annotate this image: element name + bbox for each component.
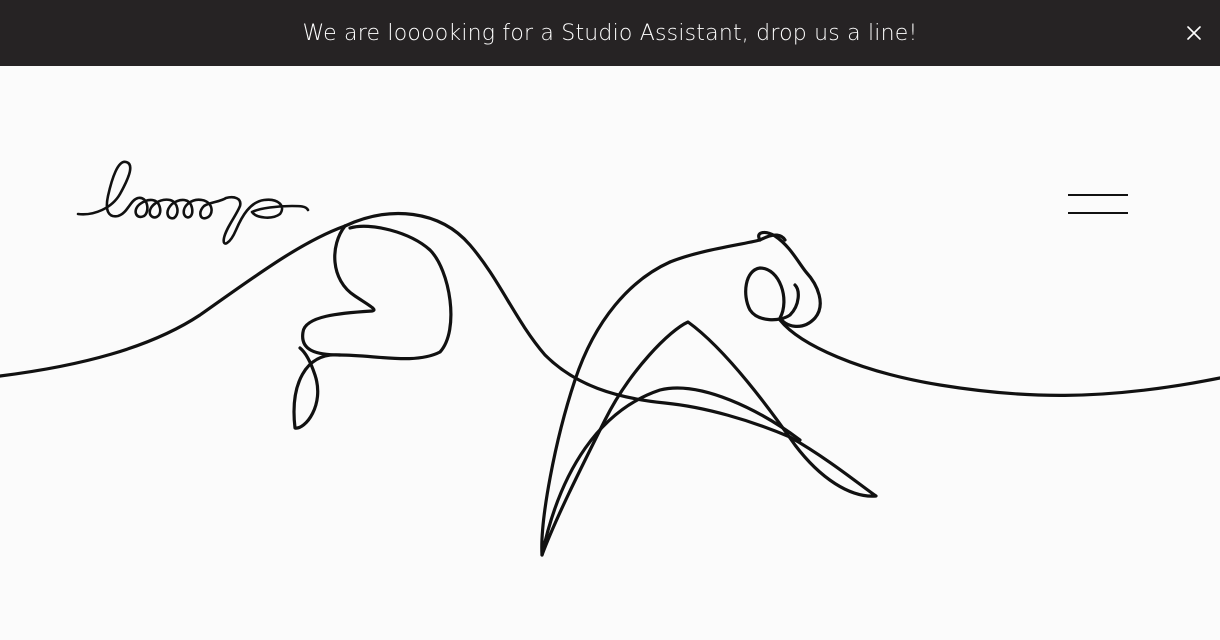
announcement-text[interactable]: We are looooking for a Studio Assistant,… [302, 21, 917, 46]
hero-section [0, 66, 1220, 640]
tail-line [292, 346, 342, 430]
close-icon [1187, 26, 1201, 40]
inner-loop-line [301, 224, 453, 361]
wave-line-right [778, 318, 1220, 397]
close-announcement-button[interactable] [1182, 21, 1206, 45]
head-line [744, 230, 822, 328]
menu-button[interactable] [1064, 188, 1132, 222]
head-back-line [668, 233, 787, 264]
logo-script [76, 160, 310, 245]
announcement-bar: We are looooking for a Studio Assistant,… [0, 0, 1220, 66]
line-art-illustration [0, 211, 1220, 557]
looop-logo[interactable] [74, 158, 310, 250]
front-leg-line [540, 260, 878, 557]
